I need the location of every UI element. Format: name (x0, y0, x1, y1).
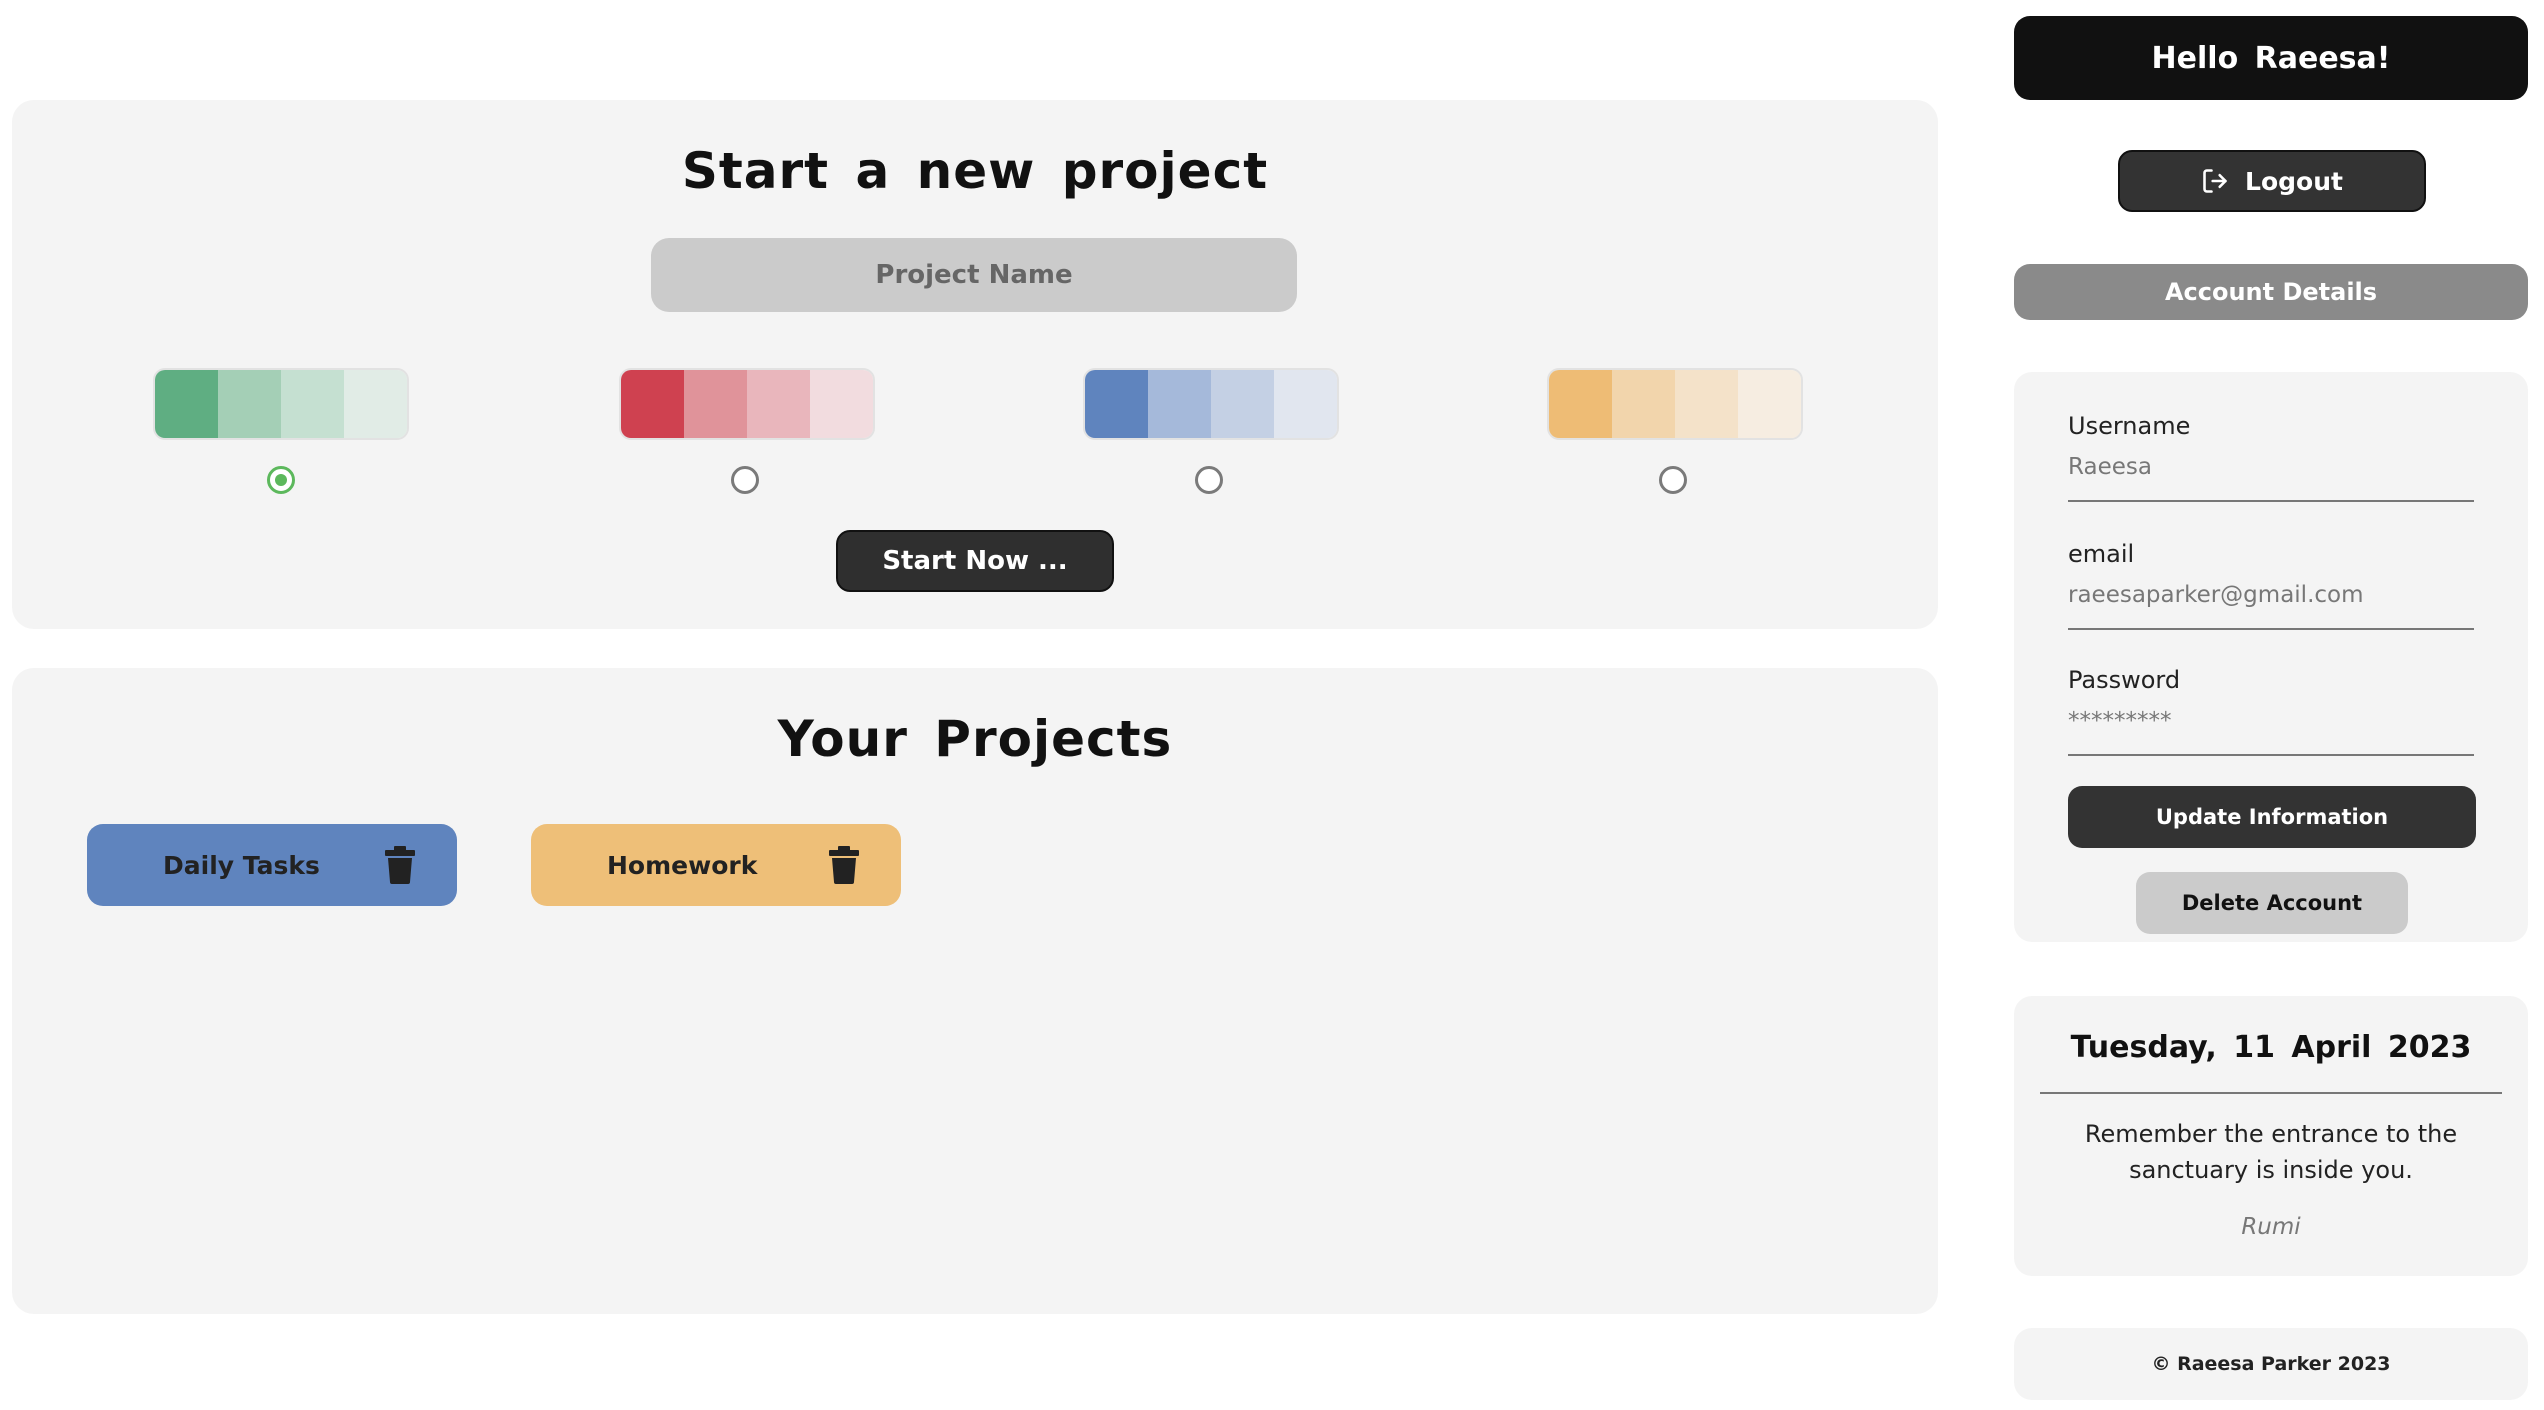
account-details-header[interactable]: Account Details (2014, 264, 2528, 320)
palette-shade (155, 370, 218, 438)
start-now-button[interactable]: Start Now ... (836, 530, 1114, 592)
project-card-daily-tasks[interactable]: Daily Tasks (87, 824, 457, 906)
palette-shade (1085, 370, 1148, 438)
trash-icon[interactable] (829, 846, 859, 884)
palette-orange-swatch[interactable] (1547, 368, 1803, 440)
username-label: Username (2068, 412, 2191, 440)
palette-blue-swatch[interactable] (1083, 368, 1339, 440)
email-label: email (2068, 540, 2135, 568)
username-input[interactable] (2068, 454, 2474, 502)
new-project-title: Start a new project (681, 142, 1269, 200)
password-label: Password (2068, 666, 2181, 694)
username-field: Username (2068, 412, 2474, 502)
logout-icon (2203, 169, 2227, 193)
palette-shade (810, 370, 873, 438)
palette-shade (281, 370, 344, 438)
trash-icon[interactable] (385, 846, 415, 884)
palette-red-swatch[interactable] (619, 368, 875, 440)
palette-shade (344, 370, 407, 438)
quote-text: Remember the entrance to the sanctuary i… (2084, 1120, 2458, 1184)
password-input[interactable] (2068, 708, 2474, 756)
password-field: Password (2068, 666, 2474, 756)
palette-shade (684, 370, 747, 438)
email-input[interactable] (2068, 582, 2474, 630)
palette-shade (1738, 370, 1801, 438)
your-projects-panel: Your Projects (12, 668, 1938, 1314)
palette-blue-radio[interactable] (1195, 466, 1223, 494)
update-information-button[interactable]: Update Information (2068, 786, 2476, 848)
project-card-label: Daily Tasks (163, 850, 320, 880)
palette-shade (1549, 370, 1612, 438)
palette-green-radio[interactable] (267, 466, 295, 494)
logout-button[interactable]: Logout (2118, 150, 2426, 212)
palette-shade (1211, 370, 1274, 438)
palette-shade (1612, 370, 1675, 438)
logout-label: Logout (2245, 166, 2343, 196)
new-project-panel: Start a new project Start Now ... (12, 100, 1938, 629)
app-root: Start a new project Start Now ... Your P… (0, 0, 2544, 1410)
divider (2040, 1092, 2502, 1094)
palette-shade (621, 370, 684, 438)
daily-quote-panel: Tuesday, 11 April 2023 Remember the entr… (2014, 996, 2528, 1276)
account-details-panel: Username email Password Update Informati… (2014, 372, 2528, 942)
palette-red-radio[interactable] (731, 466, 759, 494)
palette-shade (1675, 370, 1738, 438)
copyright-footer: © Raeesa Parker 2023 (2014, 1328, 2528, 1400)
palette-shade (747, 370, 810, 438)
greeting-banner: Hello Raeesa! (2014, 16, 2528, 100)
current-date: Tuesday, 11 April 2023 (2070, 1030, 2472, 1065)
palette-shade (1274, 370, 1337, 438)
palette-shade (218, 370, 281, 438)
palette-orange-radio[interactable] (1659, 466, 1687, 494)
project-card-homework[interactable]: Homework (531, 824, 901, 906)
project-name-input[interactable] (651, 238, 1297, 312)
delete-account-button[interactable]: Delete Account (2136, 872, 2408, 934)
palette-shade (1148, 370, 1211, 438)
project-card-label: Homework (607, 850, 758, 880)
email-field: email (2068, 540, 2474, 630)
palette-green-swatch[interactable] (153, 368, 409, 440)
your-projects-title: Your Projects (777, 710, 1173, 768)
quote-author: Rumi (2241, 1214, 2301, 1240)
